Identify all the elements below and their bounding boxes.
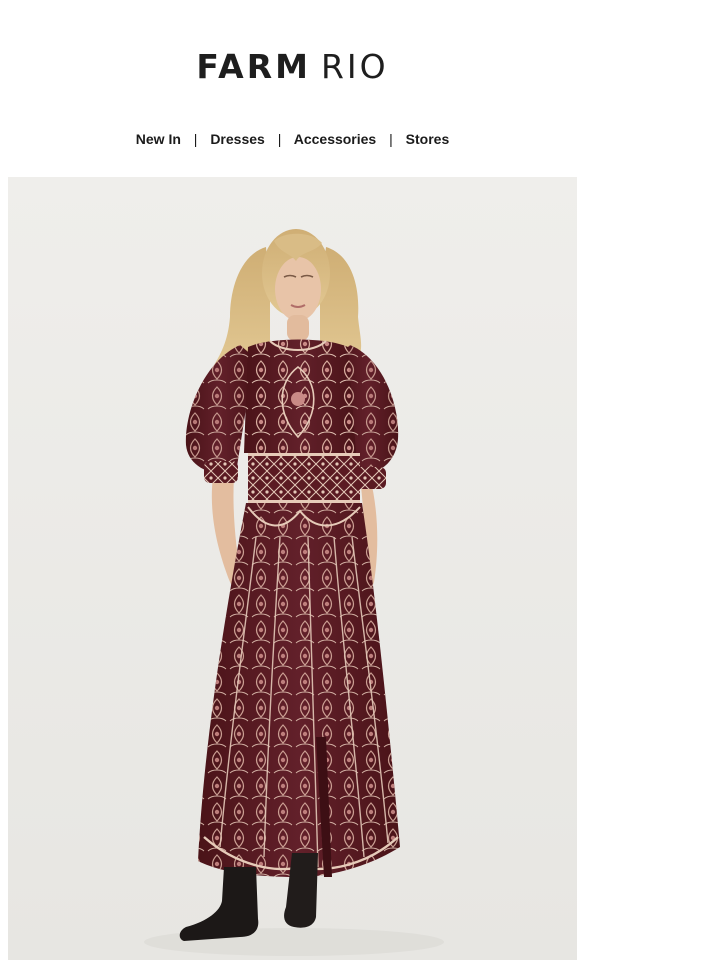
hero-image[interactable] <box>8 177 577 960</box>
brand-logo-primary: FARM <box>196 47 311 86</box>
email-header: FARM RIO New In | Dresses | Accessories |… <box>0 0 585 176</box>
nav-separator: | <box>193 131 198 147</box>
brand-logo-secondary: RIO <box>320 47 389 86</box>
hero-illustration <box>8 177 577 960</box>
nav-item-stores[interactable]: Stores <box>406 131 450 147</box>
nav-item-accessories[interactable]: Accessories <box>294 131 377 147</box>
nav-separator: | <box>389 131 393 147</box>
nav-item-dresses[interactable]: Dresses <box>210 131 265 147</box>
nav-separator: | <box>277 131 282 147</box>
nav-item-new-in[interactable]: New In <box>136 131 181 147</box>
dress-waistband <box>248 453 360 503</box>
main-nav: New In | Dresses | Accessories | Stores <box>0 129 585 149</box>
brand-logo[interactable]: FARM RIO <box>0 47 585 87</box>
model-face <box>275 257 321 321</box>
